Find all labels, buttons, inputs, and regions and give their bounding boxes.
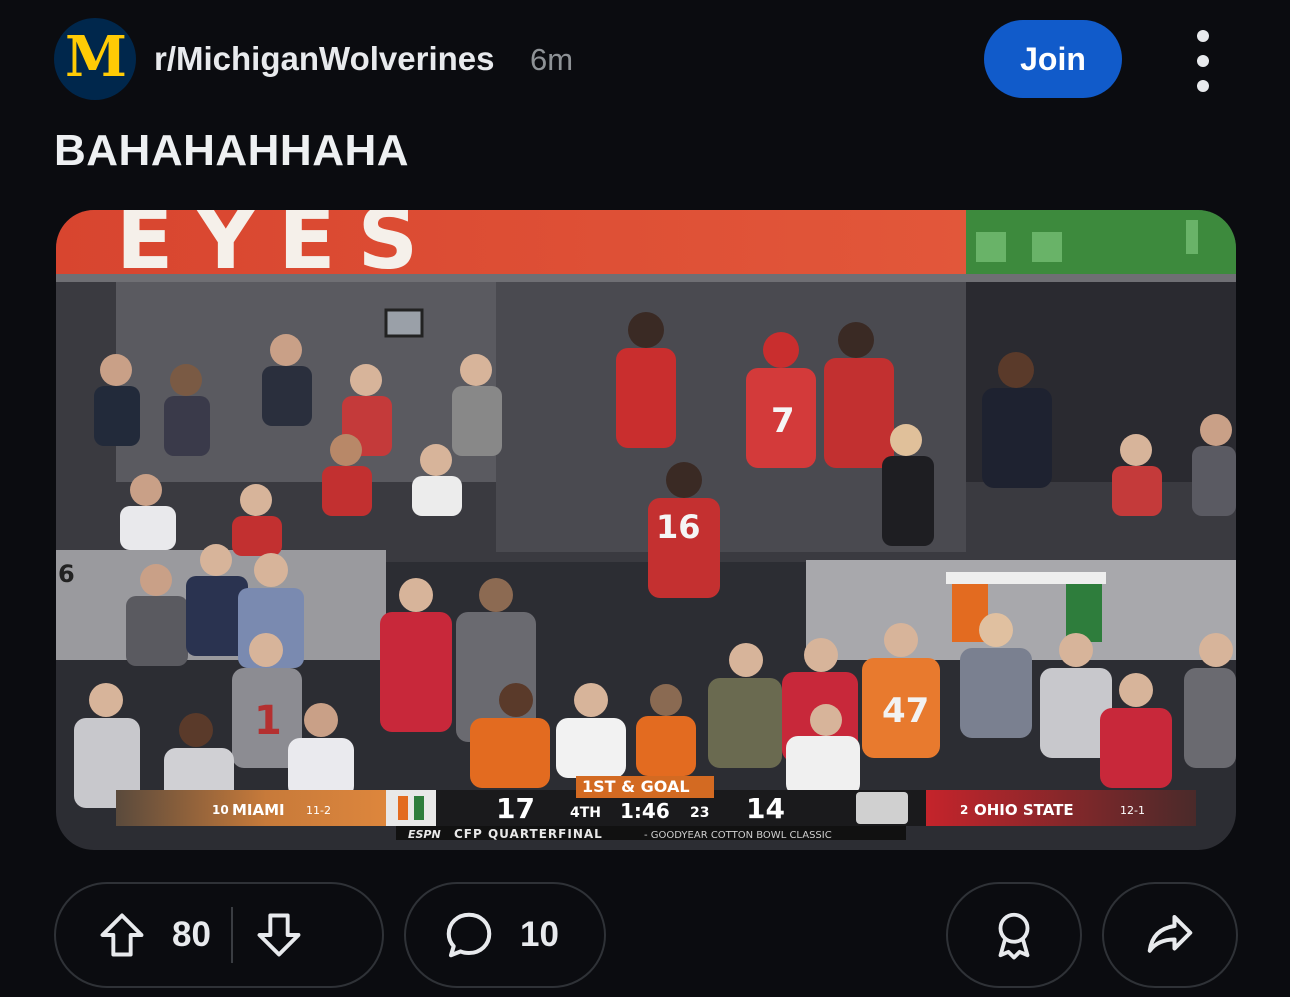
post-actions: 80 10 [0, 880, 1290, 990]
network-logo: ESPN [408, 828, 441, 841]
down-distance: 1ST & GOAL [582, 777, 690, 796]
post-header: M r/MichiganWolverines 6m Join [0, 0, 1290, 120]
home-record: 12-1 [1120, 804, 1145, 817]
away-score: 17 [496, 792, 535, 825]
play-clock: 23 [690, 805, 709, 821]
vote-bar: 80 [54, 882, 384, 988]
game-clock: 1:46 [620, 799, 670, 823]
stadium-scene: EYES 6 7 16 1 47 10 MIAMI 11-2 17 1ST & … [56, 210, 1236, 841]
comments-button[interactable]: 10 [404, 882, 606, 988]
away-rank: 10 [212, 803, 229, 817]
jersey-number-16: 16 [656, 508, 701, 546]
join-button[interactable]: Join [984, 20, 1122, 98]
share-button[interactable] [1102, 882, 1238, 988]
game-quarter: 4TH [570, 805, 601, 821]
home-team: OHIO STATE [974, 801, 1074, 819]
share-icon [1143, 908, 1197, 962]
award-icon [987, 908, 1041, 962]
upvote-count: 80 [172, 915, 211, 954]
post-title: BAHAHAHHAHA [54, 126, 410, 175]
jersey-number-47: 47 [882, 691, 929, 731]
award-button[interactable] [946, 882, 1082, 988]
subreddit-name[interactable]: r/MichiganWolverines [154, 40, 494, 78]
home-score: 14 [746, 792, 785, 825]
subreddit-avatar[interactable]: M [54, 18, 136, 100]
vote-divider [230, 907, 233, 963]
post-age: 6m [530, 42, 574, 77]
more-options-icon[interactable] [1185, 30, 1221, 92]
sponsor-name: - GOODYEAR COTTON BOWL CLASSIC [644, 830, 832, 841]
block-m-logo: M [65, 24, 127, 90]
post-image[interactable]: EYES 6 7 16 1 47 10 MIAMI 11-2 17 1ST & … [56, 210, 1236, 850]
section-number: 6 [58, 560, 75, 588]
away-record: 11-2 [306, 804, 331, 817]
jersey-number-1: 1 [254, 698, 282, 744]
home-rank: 2 [960, 803, 968, 817]
event-name: CFP QUARTERFINAL [454, 827, 603, 841]
away-team: MIAMI [232, 801, 285, 819]
upvote-icon[interactable] [96, 909, 148, 961]
downvote-icon[interactable] [253, 909, 305, 961]
jersey-number-7: 7 [771, 401, 795, 441]
comment-icon [442, 908, 496, 962]
scorebug: 10 MIAMI 11-2 17 1ST & GOAL 4TH 1:46 23 … [116, 776, 1196, 841]
comment-count: 10 [520, 915, 559, 954]
